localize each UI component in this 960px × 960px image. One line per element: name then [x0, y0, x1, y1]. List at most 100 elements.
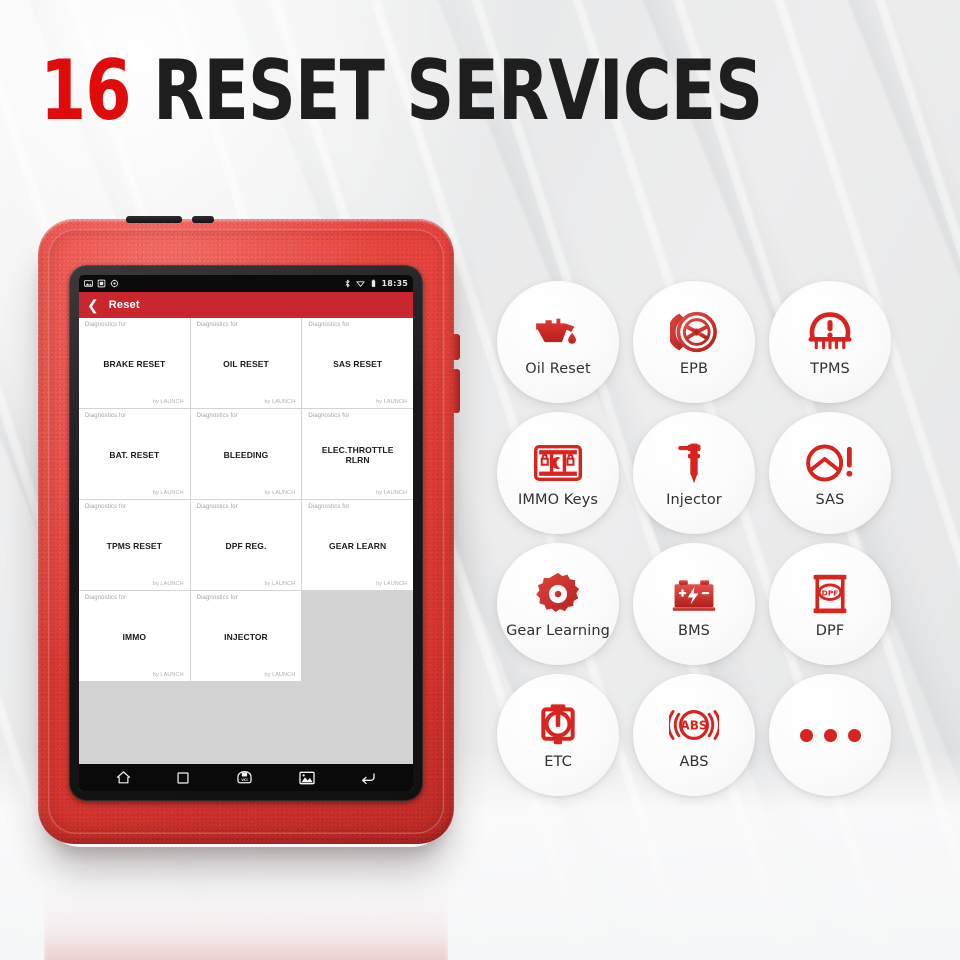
svg-text:ABS: ABS	[680, 719, 707, 733]
reset-function-cell[interactable]: Diagnostics for TPMS RESET by LAUNCH	[79, 500, 190, 590]
feature-icon-grid: Oil Reset EPB TPMS IMMO Keys Injector SAS Gear…	[497, 281, 927, 808]
screenshot-icon	[84, 280, 93, 287]
feature-label: BMS	[678, 623, 710, 639]
feature-label: DPF	[815, 623, 845, 639]
reset-cell-title: BRAKE RESET	[103, 358, 166, 369]
app-bar: ❮ Reset	[79, 292, 413, 318]
dot	[823, 728, 837, 742]
side-button-volume[interactable]	[452, 369, 460, 413]
feature-cell: Gear Learning	[497, 543, 633, 674]
feature-label: ABS	[679, 754, 709, 770]
reset-function-cell[interactable]: Diagnostics for BAT. RESET by LAUNCH	[79, 409, 190, 499]
feature-cell: Oil Reset	[497, 281, 633, 412]
back-chevron-icon[interactable]: ❮	[87, 298, 99, 312]
feature-injector[interactable]: Injector	[633, 412, 755, 534]
vci-connector-icon[interactable]: VCI	[236, 770, 253, 785]
reset-cell-vendor: by LAUNCH	[152, 581, 184, 587]
screen-bezel: 18:35 ❮ Reset Diagnostics for BRAKE RESET…	[69, 265, 423, 801]
tire-pressure-icon	[807, 307, 853, 357]
dot	[799, 728, 813, 742]
reset-grid-empty-cell	[302, 591, 413, 681]
reset-function-cell[interactable]: Diagnostics for SAS RESET by LAUNCH	[302, 318, 413, 408]
steering-angle-icon	[805, 438, 855, 488]
tablet-screen: 18:35 ❮ Reset Diagnostics for BRAKE RESET…	[79, 275, 413, 791]
svg-text:VCI: VCI	[241, 778, 247, 782]
feature-label: EPB	[679, 361, 709, 377]
status-bar-right: 18:35	[343, 279, 408, 288]
feature-cell	[769, 674, 905, 805]
feature-label: Oil Reset	[525, 361, 591, 377]
status-bar: 18:35	[79, 275, 413, 292]
feature-bms[interactable]: BMS	[633, 543, 755, 665]
dpf-filter-icon: DPF	[810, 569, 850, 619]
top-button[interactable]	[126, 216, 182, 223]
more-dots-icon	[799, 710, 861, 760]
feature-cell: EPB	[633, 281, 769, 412]
settings-gear-icon	[110, 279, 119, 288]
immo-keypad-icon	[534, 438, 582, 488]
feature-label: SAS	[815, 492, 845, 508]
back-arrow-icon[interactable]	[360, 771, 376, 785]
feature-etc[interactable]: ETC	[497, 674, 619, 796]
reset-cell-title: INJECTOR	[224, 631, 268, 642]
feature-cell: TPMS	[769, 281, 905, 412]
feature-label: IMMO Keys	[517, 492, 599, 508]
tablet-device: 18:35 ❮ Reset Diagnostics for BRAKE RESET…	[38, 216, 460, 844]
battery-icon	[671, 569, 717, 619]
reset-function-cell[interactable]: Diagnostics for INJECTOR by LAUNCH	[190, 591, 302, 681]
feature-label: TPMS	[810, 361, 850, 377]
battery-icon	[371, 279, 375, 287]
reset-cell-vendor: by LAUNCH	[376, 399, 407, 405]
gallery-icon[interactable]	[298, 771, 315, 785]
reset-function-cell[interactable]: Diagnostics for BRAKE RESET by LAUNCH	[79, 318, 190, 408]
poster-canvas: 16 RESET SERVICES 18:35 ❮ Reset Diagnost…	[0, 0, 960, 960]
recents-square-icon[interactable]	[176, 771, 190, 785]
top-button-small[interactable]	[192, 216, 214, 223]
reset-functions-grid: Diagnostics for BRAKE RESET by LAUNCH Diagn…	[79, 318, 413, 764]
wifi-icon	[355, 281, 365, 287]
feature-dpf[interactable]: DPF DPF	[769, 543, 891, 665]
feature-cell: DPF DPF	[769, 543, 905, 674]
reset-cell-title: OIL RESET	[223, 358, 269, 369]
feature-cell: SAS	[769, 412, 905, 543]
oil-can-icon	[533, 307, 583, 357]
reset-function-cell[interactable]: Diagnostics for OIL RESET by LAUNCH	[190, 318, 302, 408]
reset-cell-title: GEAR LEARN	[329, 540, 387, 551]
gear-icon	[535, 569, 581, 619]
reset-cell-vendor: by LAUNCH	[376, 490, 407, 496]
reset-function-cell[interactable]: Diagnostics for IMMO by LAUNCH	[79, 591, 190, 681]
side-button-power[interactable]	[452, 334, 460, 360]
reset-cell-title: BAT. RESET	[109, 449, 160, 460]
tablet-reflection	[44, 845, 448, 960]
reset-cell-vendor: by LAUNCH	[264, 672, 296, 678]
reset-function-cell[interactable]: Diagnostics for DPF REG. by LAUNCH	[190, 500, 302, 590]
feature-epb[interactable]: EPB	[633, 281, 755, 403]
brake-disc-icon	[670, 307, 718, 357]
feature-tpms[interactable]: TPMS	[769, 281, 891, 403]
feature-cell: Injector	[633, 412, 769, 543]
feature-label: ETC	[544, 754, 572, 770]
fuel-injector-icon	[674, 438, 714, 488]
feature-label: Injector	[666, 492, 722, 508]
feature-abs[interactable]: ABS ABS	[633, 674, 755, 796]
reset-cell-vendor: by LAUNCH	[264, 490, 296, 496]
reset-cell-vendor: by LAUNCH	[264, 581, 296, 587]
reset-function-cell[interactable]: Diagnostics for ELEC.THROTTLE RLRN by LAUN…	[302, 409, 413, 499]
feature-oil-reset[interactable]: Oil Reset	[497, 281, 619, 403]
svg-text:DPF: DPF	[822, 588, 839, 597]
reset-cell-vendor: by LAUNCH	[152, 490, 184, 496]
reset-cell-vendor: by LAUNCH	[376, 581, 407, 587]
reset-cell-title: TPMS RESET	[106, 540, 162, 551]
reset-cell-title: BLEEDING	[223, 449, 269, 460]
feature-sas[interactable]: SAS	[769, 412, 891, 534]
reset-cell-vendor: by LAUNCH	[264, 399, 296, 405]
reset-function-cell[interactable]: Diagnostics for BLEEDING by LAUNCH	[190, 409, 302, 499]
home-icon[interactable]	[116, 770, 131, 785]
feature-more[interactable]	[769, 674, 891, 796]
reset-function-cell[interactable]: Diagnostics for GEAR LEARN by LAUNCH	[302, 500, 413, 590]
status-bar-clock: 18:35	[381, 279, 408, 288]
feature-gear-learning[interactable]: Gear Learning	[497, 543, 619, 665]
feature-immo-keys[interactable]: IMMO Keys	[497, 412, 619, 534]
android-nav-bar: VCI	[79, 764, 413, 791]
throttle-body-icon	[536, 700, 580, 750]
